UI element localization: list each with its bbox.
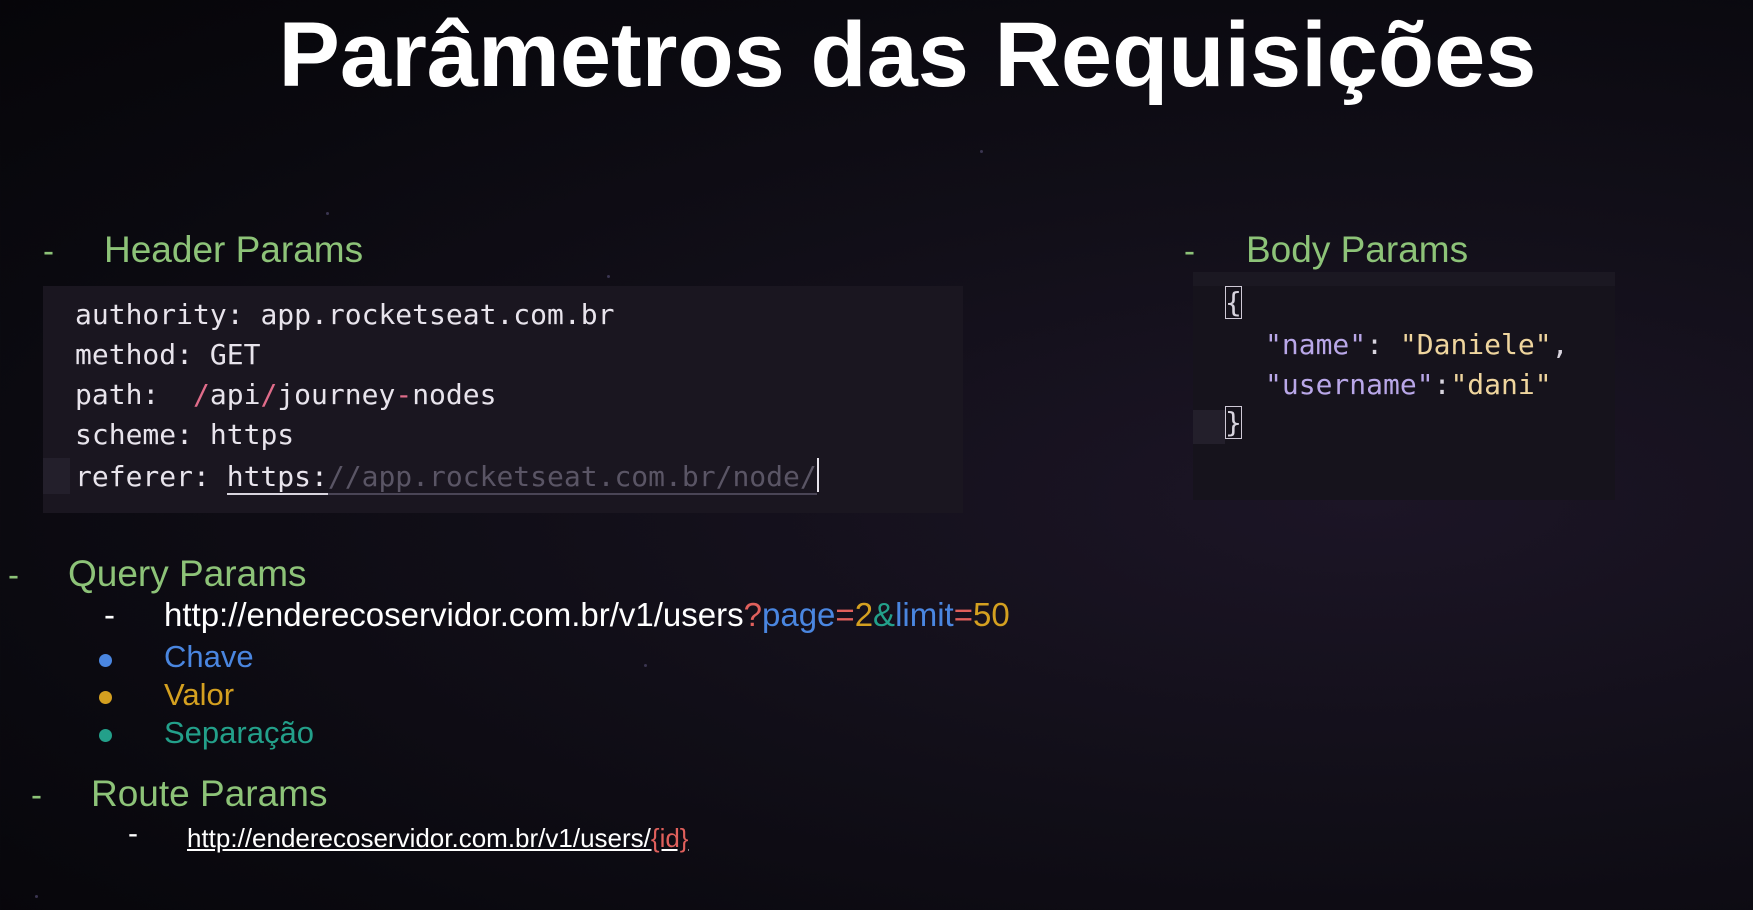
background-star: [644, 664, 647, 667]
body-params-dash: -: [1184, 232, 1195, 269]
route-url-param: {id}: [650, 823, 689, 853]
header-key: method:: [75, 338, 194, 371]
path-slash: /: [260, 378, 278, 411]
header-value: app.rocketseat.com.br: [260, 298, 615, 331]
legend-valor: Valor: [164, 677, 235, 712]
route-params-title: Route Params: [91, 773, 328, 814]
header-line-referer: referer: https://app.rocketseat.com.br/n…: [75, 458, 819, 495]
header-value: GET: [209, 338, 261, 371]
body-field-name: "name": "Daniele",: [1265, 328, 1568, 361]
query-key-page: page: [761, 596, 836, 633]
legend-bullet-separacao: [99, 729, 112, 742]
json-colon: :: [1433, 368, 1451, 401]
json-value: "dani": [1450, 368, 1552, 401]
json-open-brace: {: [1225, 286, 1242, 319]
body-code-topbar: [1193, 272, 1615, 286]
route-url-link[interactable]: http://enderecoservidor.com.br/v1/users/…: [187, 823, 689, 854]
path-segment: nodes: [412, 378, 497, 411]
legend-bullet-valor: [99, 691, 112, 704]
path-hyphen: -: [395, 378, 413, 411]
route-url-dash: -: [128, 817, 138, 850]
referer-link-rest[interactable]: //app.rocketseat.com.br/node/: [327, 460, 817, 495]
header-params-dash: -: [43, 232, 54, 269]
header-key: scheme:: [75, 418, 194, 451]
text-cursor: [816, 458, 819, 492]
json-key: "name": [1265, 328, 1367, 361]
json-value: "Daniele": [1399, 328, 1552, 361]
legend-chave: Chave: [164, 639, 254, 674]
query-value-page: 2: [854, 596, 874, 633]
path-segment: journey: [277, 378, 396, 411]
query-equals: =: [835, 596, 855, 633]
body-params-title: Body Params: [1246, 229, 1469, 270]
query-params-title: Query Params: [68, 553, 307, 594]
path-segment: api: [209, 378, 261, 411]
body-field-username: "username":"dani": [1265, 368, 1552, 401]
query-key-limit: limit: [895, 596, 954, 633]
query-params-dash: -: [8, 556, 19, 593]
route-params-dash: -: [31, 776, 42, 813]
current-line-highlight: [43, 458, 70, 494]
header-key: path:: [75, 378, 160, 411]
route-url-base: http://enderecoservidor.com.br/v1/users/: [187, 823, 651, 853]
background-star: [980, 150, 983, 153]
legend-separacao: Separação: [164, 715, 314, 750]
header-key: authority:: [75, 298, 244, 331]
json-colon: :: [1366, 328, 1384, 361]
header-params-title: Header Params: [104, 229, 364, 270]
background-star: [35, 895, 38, 898]
json-comma: ,: [1551, 328, 1569, 361]
query-url-question: ?: [743, 596, 762, 633]
referer-link-scheme[interactable]: https:: [226, 460, 328, 495]
header-line-path: path: /api/journey-nodes: [75, 378, 496, 411]
current-line-highlight: [1193, 410, 1225, 444]
header-value: https: [209, 418, 295, 451]
header-line-method: method: GET: [75, 338, 260, 371]
header-line-authority: authority: app.rocketseat.com.br: [75, 298, 614, 331]
header-key: referer:: [75, 460, 210, 493]
query-value-limit: 50: [973, 596, 1010, 633]
path-slash: /: [193, 378, 210, 411]
body-open-brace-line: {: [1225, 286, 1242, 319]
header-line-scheme: scheme: https: [75, 418, 294, 451]
query-equals: =: [953, 596, 973, 633]
query-separator: &: [873, 596, 896, 633]
body-close-brace-line: }: [1225, 406, 1242, 439]
page-title: Parâmetros das Requisições: [278, 4, 1537, 106]
background-star: [607, 275, 610, 278]
query-url-base: http://enderecoservidor.com.br/v1/users: [164, 596, 744, 633]
json-close-brace: }: [1225, 406, 1242, 439]
query-url: http://enderecoservidor.com.br/v1/users?…: [164, 596, 1010, 634]
legend-bullet-chave: [99, 654, 112, 667]
background-star: [326, 212, 329, 215]
json-key: "username": [1265, 368, 1434, 401]
query-url-dash: -: [104, 596, 115, 633]
